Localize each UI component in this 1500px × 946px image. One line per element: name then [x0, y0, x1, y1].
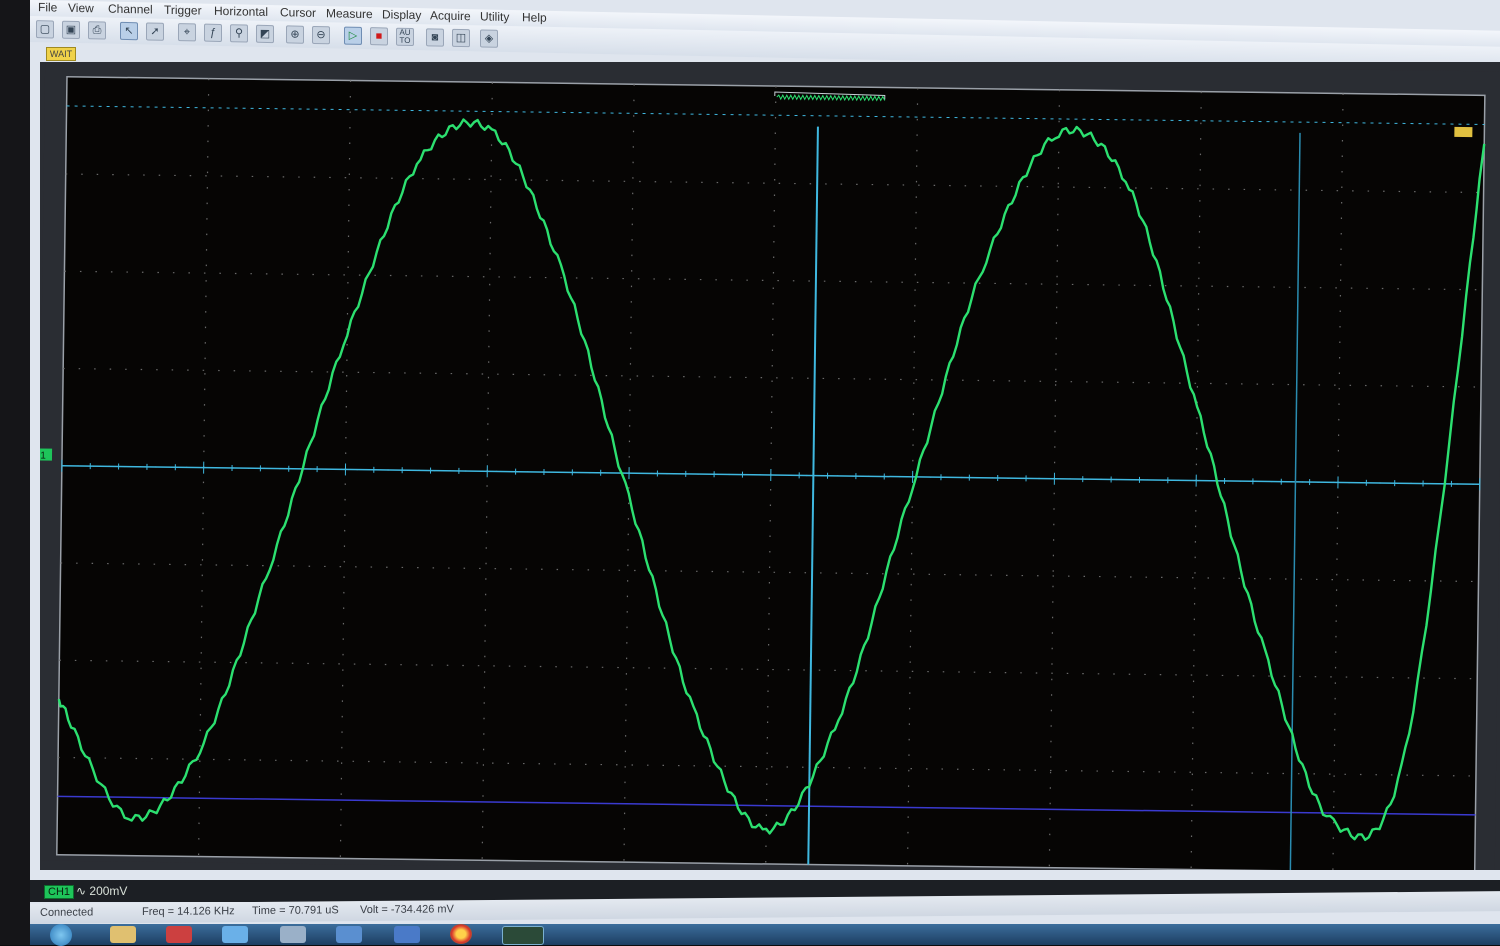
svg-text:1: 1	[40, 450, 46, 461]
time-readout: Time = 70.791 uS	[252, 904, 339, 917]
trigger-marker[interactable]	[1454, 127, 1472, 137]
connection-status: Connected	[40, 906, 93, 918]
fx-icon[interactable]: ƒ	[204, 24, 222, 42]
menu-horizontal[interactable]: Horizontal	[214, 4, 268, 19]
run-icon[interactable]: ▷	[344, 27, 362, 45]
oscilloscope-app-icon[interactable]	[502, 926, 544, 945]
media-player-icon[interactable]	[166, 926, 192, 943]
menu-acquire[interactable]: Acquire	[430, 8, 471, 23]
probe-icon[interactable]: ⚲	[230, 24, 248, 42]
oscilloscope-window: File View Channel Trigger Horizontal Cur…	[30, 0, 1500, 945]
waveform-plot[interactable]: 1	[40, 62, 1500, 870]
document-icon[interactable]	[280, 926, 306, 943]
zoom-out-icon[interactable]: ⊖	[312, 26, 330, 44]
ch1-marker[interactable]: 1	[40, 448, 52, 461]
app-icon[interactable]	[222, 926, 248, 943]
select-icon[interactable]: ↖	[120, 22, 138, 40]
export-icon[interactable]: ◩	[256, 25, 274, 43]
open-icon[interactable]: ▢	[36, 20, 54, 38]
taskbar	[30, 924, 1500, 945]
stop-icon[interactable]: ■	[370, 27, 388, 45]
menu-trigger[interactable]: Trigger	[164, 3, 202, 18]
layout-icon[interactable]: ◫	[452, 29, 470, 47]
volt-readout: Volt = -734.426 mV	[360, 903, 454, 916]
settings-icon[interactable]: ◈	[480, 29, 498, 47]
chrome-icon[interactable]	[450, 924, 472, 944]
ch1-badge[interactable]: CH1	[44, 885, 74, 899]
run-state-indicator: WAIT	[46, 47, 76, 61]
menu-measure[interactable]: Measure	[326, 6, 373, 21]
bowtie-app-icon[interactable]	[394, 926, 420, 943]
scope-display: 1	[40, 62, 1500, 870]
freq-readout: Freq = 14.126 KHz	[142, 905, 235, 918]
menu-utility[interactable]: Utility	[480, 9, 509, 24]
menu-display[interactable]: Display	[382, 7, 421, 22]
pointer-icon[interactable]: ➚	[146, 22, 164, 40]
menu-view[interactable]: View	[68, 1, 94, 16]
explorer-icon[interactable]	[110, 926, 136, 943]
screenshot-icon[interactable]: ◙	[426, 28, 444, 46]
menu-cursor[interactable]: Cursor	[280, 5, 316, 20]
network-icon[interactable]	[336, 926, 362, 943]
save-icon[interactable]: ▣	[62, 21, 80, 39]
measure-icon[interactable]: ⌖	[178, 23, 196, 41]
menu-help[interactable]: Help	[522, 10, 547, 25]
autoset-icon[interactable]: AU TO	[396, 28, 414, 46]
print-icon[interactable]: ⎙	[88, 21, 106, 39]
ch1-scale: ∿ 200mV	[76, 884, 127, 898]
menu-file[interactable]: File	[38, 0, 57, 14]
menu-channel[interactable]: Channel	[108, 2, 153, 17]
zoom-in-icon[interactable]: ⊕	[286, 25, 304, 43]
start-button-icon[interactable]	[50, 924, 72, 946]
